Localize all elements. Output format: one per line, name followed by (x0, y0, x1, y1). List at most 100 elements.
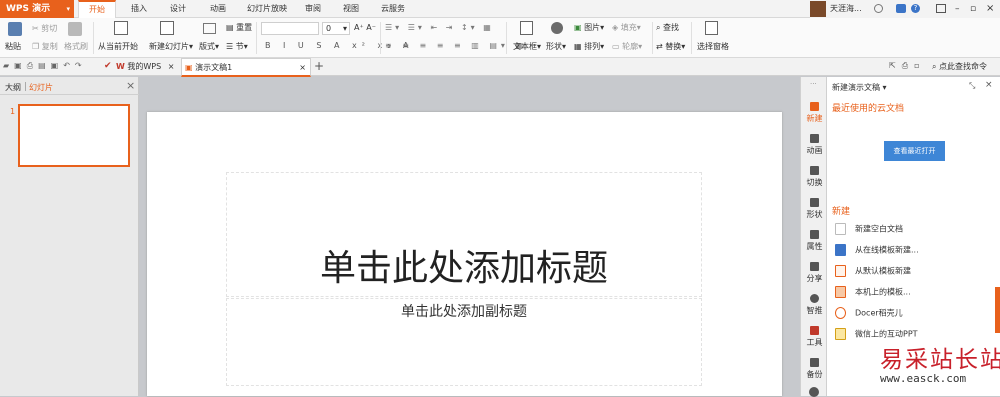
font-name-field[interactable] (261, 22, 319, 35)
tab-slides[interactable]: 幻灯片 (29, 82, 53, 93)
copy-button[interactable]: ❐ 复制 (32, 41, 58, 52)
font-size-field[interactable]: 0 ▾ (322, 22, 350, 35)
watermark-logo: 易采站长站 (880, 347, 1000, 373)
reset-button[interactable]: ▤ 重置 (226, 22, 252, 33)
skin-icon[interactable] (896, 4, 906, 13)
picture-label: 图片 (584, 23, 601, 32)
avatar[interactable] (810, 1, 826, 17)
pin-icon[interactable]: ✔ (104, 61, 112, 71)
new-slide-button[interactable]: 新建幻灯片▾ (149, 41, 193, 52)
grow-font-icon[interactable]: A⁺ A⁻ (354, 23, 376, 32)
help-icon[interactable]: ? (911, 4, 920, 13)
list-buttons[interactable]: ☰▾ ☰▾ ⇤ ⇥ ↕▾ ▦ (385, 23, 494, 32)
window-mode-icon[interactable] (936, 4, 946, 13)
from-current-button[interactable]: 从当前开始 (98, 41, 138, 52)
sidebar-item-smart[interactable]: 智推 (801, 294, 828, 316)
tab-view[interactable]: 视图 (336, 0, 366, 18)
paste-button[interactable]: 粘贴 (5, 41, 21, 52)
local-template-icon (835, 286, 846, 298)
sidebar-item-share[interactable]: 分享 (801, 262, 828, 284)
subtitle-placeholder[interactable]: 单击此处添加副标题 (226, 298, 702, 386)
local-template-item[interactable]: 本机上的模板... (835, 286, 911, 298)
app-menu-button[interactable]: WPS 演示 ▾ (0, 0, 74, 18)
restore-icon[interactable]: ▫ (970, 0, 976, 18)
paste-icon[interactable] (8, 22, 22, 36)
doc-bar-tools[interactable]: ⇱⎙▫ (889, 61, 926, 71)
share-icon (810, 262, 819, 271)
command-search[interactable]: ⌕ 点此查找命令 (932, 61, 987, 72)
picture-button[interactable]: ▣ 图片▾ (574, 22, 604, 33)
tab-cloud[interactable]: 云服务 (374, 0, 412, 18)
fill-label: 填充 (620, 23, 637, 32)
sidebar-label: 备份 (806, 370, 823, 379)
divider (380, 22, 381, 54)
find-button[interactable]: ⌕ 查找 (656, 22, 679, 33)
format-painter-button[interactable]: 格式刷 (64, 41, 88, 52)
close-icon[interactable]: × (126, 79, 135, 92)
find-label: 查找 (663, 23, 680, 32)
doc-tab-my-wps[interactable]: W 我的WPS × (116, 58, 178, 76)
shape-button[interactable]: 形状▾ (546, 41, 566, 52)
close-icon[interactable]: × (299, 59, 306, 77)
task-panel-header[interactable]: 新建演示文稿 ▾ (832, 82, 887, 93)
copy-label: 复制 (41, 42, 58, 51)
user-area: 天涯海... ? – ▫ × (810, 0, 1000, 18)
sidebar-item-transition[interactable]: 切换 (801, 166, 828, 188)
fill-button[interactable]: ◈ 填充▾ (612, 22, 641, 33)
quick-access-toolbar[interactable]: ▰▣⎙▤▣↶↷ (3, 61, 87, 71)
sidebar-item-new[interactable]: 新建 (801, 102, 828, 124)
arrange-button[interactable]: ▦ 排列▾ (574, 41, 604, 52)
close-icon[interactable]: × (986, 0, 994, 18)
blank-doc-icon (835, 223, 846, 235)
docer-item[interactable]: Docer稻壳儿 (835, 307, 903, 319)
sidebar-item-properties[interactable]: 属性 (801, 230, 828, 252)
textbox-button[interactable]: 文本框▾ (513, 41, 541, 52)
new-blank-item[interactable]: 新建空白文档 (835, 223, 903, 235)
sidebar-item-backup[interactable]: 备份 (801, 358, 828, 380)
close-icon[interactable]: × (168, 62, 175, 71)
new-item-label: Docer稻壳儿 (855, 308, 903, 318)
arrange-label: 排列 (584, 42, 601, 51)
tab-slideshow[interactable]: 幻灯片放映 (241, 0, 293, 18)
undock-icon[interactable]: ⤡ (969, 81, 975, 91)
doc-tab-presentation[interactable]: ▣ 演示文稿1 × (181, 58, 311, 77)
tab-review[interactable]: 审阅 (298, 0, 328, 18)
title-placeholder[interactable]: 单击此处添加标题 (226, 172, 702, 297)
tab-insert[interactable]: 插入 (122, 0, 156, 18)
replace-button[interactable]: ⇄ 替换▾ (656, 41, 685, 52)
minimize-icon[interactable]: – (955, 0, 960, 18)
panel-scroll-handle[interactable] (995, 287, 1000, 333)
new-tab-icon[interactable]: + (314, 59, 324, 73)
sidebar-item-animation[interactable]: 动画 (801, 134, 828, 156)
select-pane-button[interactable]: 选择窗格 (697, 41, 729, 52)
status-icon[interactable] (874, 4, 883, 13)
picture-icon: ▣ (574, 23, 582, 32)
slide-thumbnail[interactable] (18, 104, 130, 167)
user-name[interactable]: 天涯海... (830, 0, 862, 18)
layout-button[interactable]: 版式▾ (199, 41, 219, 52)
tab-design[interactable]: 设计 (161, 0, 195, 18)
reset-label: 重置 (236, 23, 253, 32)
sidebar-item-tools[interactable]: 工具 (801, 326, 828, 348)
tab-home[interactable]: 开始 (78, 0, 116, 19)
slide-number: 1 (10, 107, 16, 116)
shape-label: 形状 (546, 42, 562, 51)
scissors-icon: ✂ (32, 24, 39, 33)
cut-button[interactable]: ✂ 剪切 (32, 23, 57, 34)
view-recent-button[interactable]: 查看最近打开 (884, 141, 945, 161)
close-icon[interactable]: × (985, 80, 993, 90)
font-size-value: 0 (326, 24, 332, 33)
tab-outline[interactable]: 大纲 (5, 82, 21, 93)
slide-canvas[interactable]: 单击此处添加标题 单击此处添加副标题 (147, 112, 782, 396)
tab-animation[interactable]: 动画 (201, 0, 235, 18)
outline-button[interactable]: ▭ 轮廓▾ (612, 41, 642, 52)
wechat-ppt-item[interactable]: 微信上的互动PPT (835, 328, 918, 340)
more-icon[interactable]: ··· (810, 80, 817, 88)
reset-icon: ▤ (226, 23, 234, 32)
new-online-template-item[interactable]: 从在线模板新建... (835, 244, 919, 256)
replace-icon: ⇄ (656, 42, 663, 51)
recent-section-title: 最近使用的云文档 (832, 104, 905, 114)
section-button[interactable]: ☰ 节▾ (226, 41, 248, 52)
new-default-template-item[interactable]: 从默认模板新建 (835, 265, 911, 277)
sidebar-item-shape[interactable]: 形状 (801, 198, 828, 220)
